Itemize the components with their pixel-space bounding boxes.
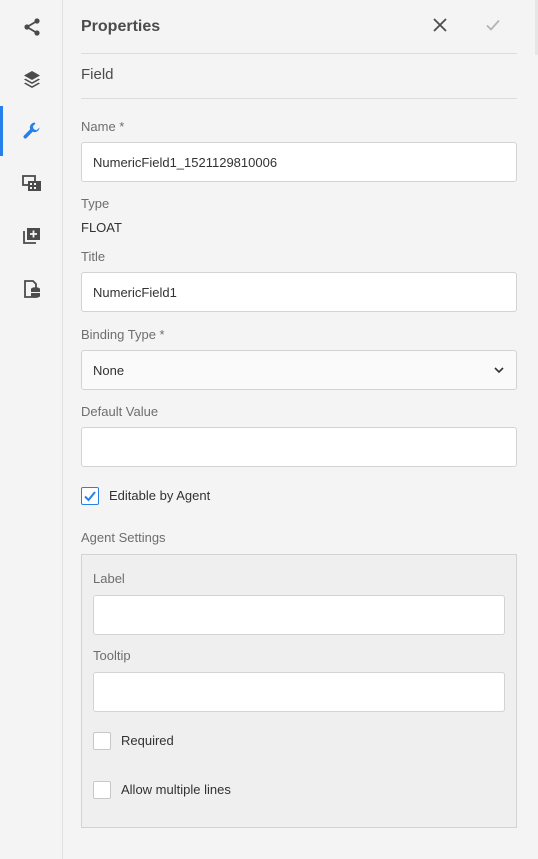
rail-add-button[interactable] [0,211,63,261]
rail-share-button[interactable] [0,2,63,52]
agent-settings-group: Label Tooltip Required Allow multiple li… [81,554,517,828]
editable-by-agent-checkbox[interactable] [81,487,99,505]
rail-properties-button[interactable] [0,106,63,156]
type-value: FLOAT [81,220,122,235]
wrench-icon [22,122,39,139]
binding-type-label: Binding Type * [81,327,165,342]
add-copy-icon [22,228,40,244]
media-icon [21,175,41,191]
data-source-icon [23,280,40,298]
name-label: Name * [81,119,125,134]
type-label: Type [81,196,110,211]
close-icon [433,18,447,32]
binding-type-value: None [93,362,125,378]
rail-layers-button[interactable] [0,54,63,104]
title-label: Title [81,249,106,264]
panel-title: Properties [81,18,161,35]
side-rail [0,0,63,859]
properties-panel: Properties Field Name * NumericField1_15… [63,0,538,859]
default-value-field[interactable] [81,427,517,467]
allow-multiple-lines-label: Allow multiple lines [121,782,231,797]
section-label: Field [81,66,114,83]
editable-by-agent-label: Editable by Agent [109,488,211,503]
header-divider [81,53,517,54]
title-field[interactable]: NumericField1 [81,272,517,312]
default-value-label: Default Value [81,404,159,419]
close-button[interactable] [428,13,452,37]
required-checkbox[interactable] [93,732,111,750]
binding-type-select[interactable]: None [81,350,517,390]
agent-settings-heading: Agent Settings [81,530,166,545]
name-field[interactable]: NumericField1_1521129810006 [81,142,517,182]
chevron-down-icon [494,367,504,374]
section-divider [81,98,517,99]
tooltip-label: Tooltip [93,648,131,663]
agent-label-label: Label [93,571,125,586]
checkmark-icon [486,19,500,31]
rail-assets-button[interactable] [0,158,63,208]
share-icon [23,18,40,36]
allow-multiple-lines-checkbox[interactable] [93,781,111,799]
checkbox-check-icon [84,491,96,502]
done-button[interactable] [481,13,505,37]
rail-data-button[interactable] [0,264,63,314]
layers-icon [23,71,40,88]
required-label: Required [121,733,174,748]
agent-label-field[interactable] [93,595,505,635]
tooltip-field[interactable] [93,672,505,712]
